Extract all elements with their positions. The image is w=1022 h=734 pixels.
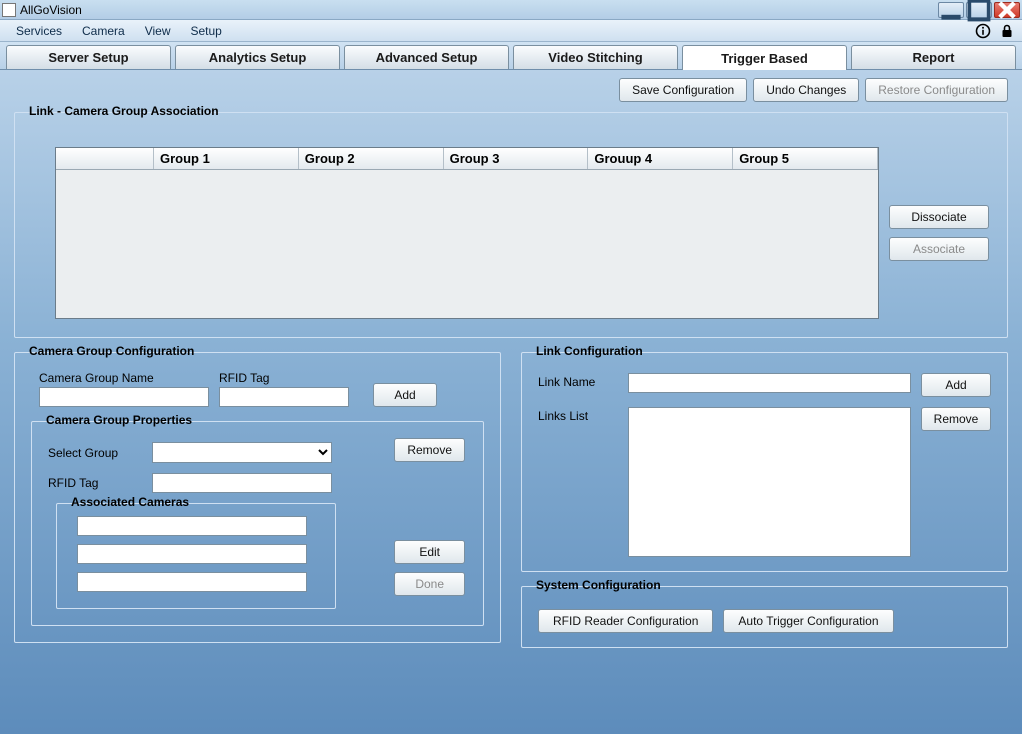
cgconf-legend: Camera Group Configuration	[25, 344, 198, 358]
camera-group-configuration: Camera Group Configuration Camera Group …	[14, 352, 501, 643]
maximize-button[interactable]	[966, 2, 992, 18]
assoc-col-blank	[56, 148, 154, 169]
restore-configuration-button[interactable]: Restore Configuration	[865, 78, 1008, 102]
tab-report[interactable]: Report	[851, 45, 1016, 69]
menu-setup[interactable]: Setup	[181, 22, 232, 40]
menu-services[interactable]: Services	[6, 22, 72, 40]
linkconf-legend: Link Configuration	[532, 344, 647, 358]
sysconf-legend: System Configuration	[532, 578, 665, 592]
assoc-col-4: Grouup 4	[588, 148, 733, 169]
auto-trigger-configuration-button[interactable]: Auto Trigger Configuration	[723, 609, 893, 633]
minimize-button[interactable]	[938, 2, 964, 18]
add-camera-group-button[interactable]: Add	[373, 383, 437, 407]
assoc-col-2: Group 2	[299, 148, 444, 169]
camera-group-name-input[interactable]	[39, 387, 209, 407]
assoc-table-header: Group 1 Group 2 Group 3 Grouup 4 Group 5	[56, 148, 878, 170]
menu-camera[interactable]: Camera	[72, 22, 135, 40]
associate-button[interactable]: Associate	[889, 237, 989, 261]
window-title: AllGoVision	[20, 3, 938, 17]
main-tabs: Server Setup Analytics Setup Advanced Se…	[0, 42, 1022, 70]
tab-advanced-setup[interactable]: Advanced Setup	[344, 45, 509, 69]
done-camera-group-button[interactable]: Done	[394, 572, 465, 596]
lock-icon[interactable]	[998, 22, 1016, 40]
links-listbox[interactable]	[628, 407, 911, 557]
rfid-reader-configuration-button[interactable]: RFID Reader Configuration	[538, 609, 713, 633]
associated-camera-slot-1[interactable]	[77, 516, 307, 536]
props-rfid-input[interactable]	[152, 473, 332, 493]
add-link-button[interactable]: Add	[921, 373, 991, 397]
tab-analytics-setup[interactable]: Analytics Setup	[175, 45, 340, 69]
remove-link-button[interactable]: Remove	[921, 407, 991, 431]
tab-video-stitching[interactable]: Video Stitching	[513, 45, 678, 69]
assoc-col-1: Group 1	[154, 148, 299, 169]
associated-camera-slot-3[interactable]	[77, 572, 307, 592]
associated-camera-slot-2[interactable]	[77, 544, 307, 564]
assoc-table[interactable]: Group 1 Group 2 Group 3 Grouup 4 Group 5	[55, 147, 879, 319]
edit-camera-group-button[interactable]: Edit	[394, 540, 465, 564]
info-icon[interactable]	[974, 22, 992, 40]
link-configuration: Link Configuration Link Name Add Links L…	[521, 352, 1008, 572]
window-titlebar: AllGoVision	[0, 0, 1022, 20]
assoc-col-5: Group 5	[733, 148, 878, 169]
select-group-dropdown[interactable]	[152, 442, 332, 463]
rfid-tag-input[interactable]	[219, 387, 349, 407]
props-rfid-label: RFID Tag	[48, 476, 142, 490]
remove-camera-group-button[interactable]: Remove	[394, 438, 465, 462]
assoc-table-body[interactable]	[56, 170, 878, 318]
link-name-input[interactable]	[628, 373, 911, 393]
rfid-tag-label: RFID Tag	[219, 371, 349, 385]
close-button[interactable]	[994, 2, 1020, 18]
app-icon	[2, 3, 16, 17]
save-configuration-button[interactable]: Save Configuration	[619, 78, 747, 102]
select-group-label: Select Group	[48, 446, 142, 460]
top-actions: Save Configuration Undo Changes Restore …	[14, 78, 1008, 102]
link-name-label: Link Name	[538, 373, 618, 389]
tab-trigger-based[interactable]: Trigger Based	[682, 45, 847, 70]
undo-changes-button[interactable]: Undo Changes	[753, 78, 859, 102]
content-area: Save Configuration Undo Changes Restore …	[0, 70, 1022, 734]
assoc-col-3: Group 3	[444, 148, 589, 169]
associated-cameras: Associated Cameras	[56, 503, 336, 609]
camera-group-properties: Camera Group Properties Select Group RFI…	[31, 421, 484, 626]
menu-view[interactable]: View	[135, 22, 181, 40]
menu-bar: Services Camera View Setup	[0, 20, 1022, 42]
tab-server-setup[interactable]: Server Setup	[6, 45, 171, 69]
camera-group-name-label: Camera Group Name	[39, 371, 209, 385]
link-camera-group-association: Link - Camera Group Association Group 1 …	[14, 112, 1008, 338]
cgprops-legend: Camera Group Properties	[42, 413, 196, 427]
system-configuration: System Configuration RFID Reader Configu…	[521, 586, 1008, 648]
assoc-legend: Link - Camera Group Association	[25, 104, 223, 118]
dissociate-button[interactable]: Dissociate	[889, 205, 989, 229]
assoc-cams-legend: Associated Cameras	[67, 495, 193, 509]
links-list-label: Links List	[538, 407, 618, 423]
